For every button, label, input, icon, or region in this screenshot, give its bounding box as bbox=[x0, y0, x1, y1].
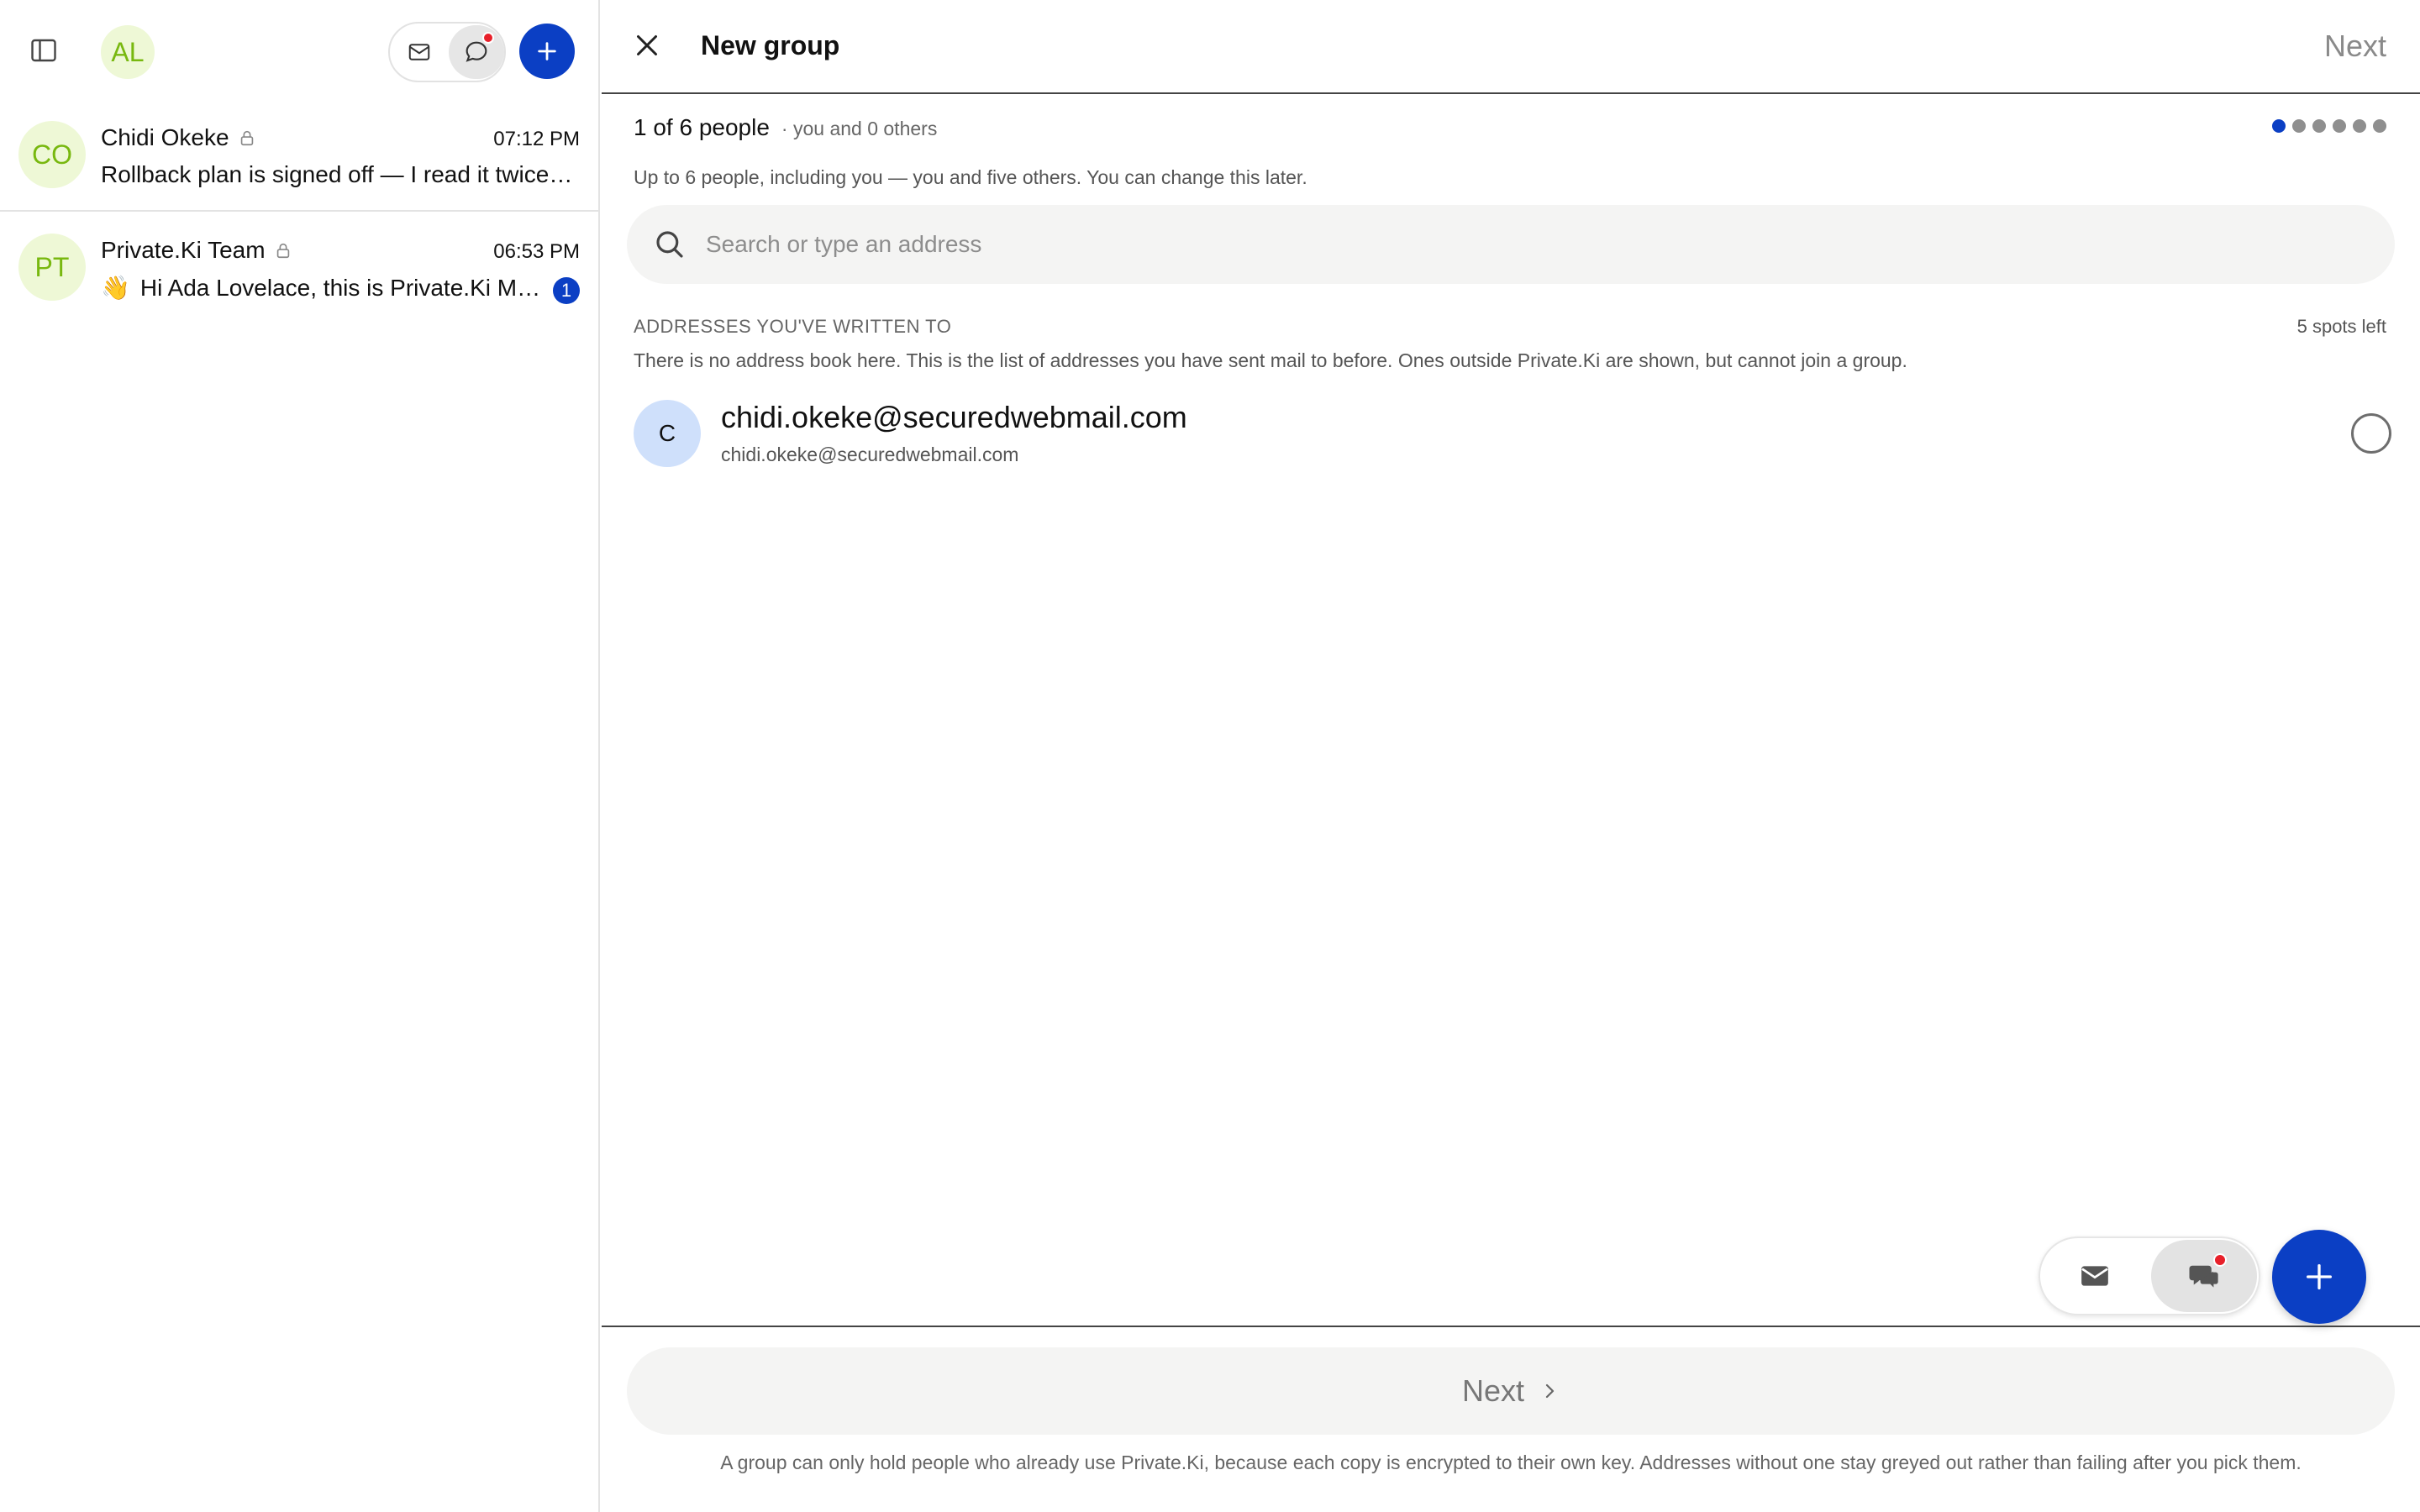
conversation-preview: Rollback plan is signed off — I read it … bbox=[101, 161, 576, 187]
conversation-preview-text: Hi Ada Lovelace, this is Private.Ki Me… bbox=[139, 274, 541, 301]
chat-notification-dot bbox=[482, 32, 494, 44]
addresses-heading: ADDRESSES YOU'VE WRITTEN TO bbox=[634, 316, 952, 337]
floating-mail-button[interactable] bbox=[2042, 1240, 2148, 1312]
user-initials: AL bbox=[111, 36, 145, 67]
mail-icon bbox=[2081, 1266, 2108, 1286]
conversation-preview: 👋 Hi Ada Lovelace, this is Private.Ki Me… bbox=[101, 274, 541, 302]
contact-row[interactable]: C chidi.okeke@securedwebmail.com chidi.o… bbox=[627, 390, 2395, 477]
addresses-note: There is no address book here. This is t… bbox=[634, 349, 1907, 371]
search-bar bbox=[627, 205, 2395, 284]
wave-emoji: 👋 bbox=[101, 275, 130, 301]
group-count-label: 1 of 6 people bbox=[634, 114, 770, 140]
progress-dot bbox=[2292, 119, 2306, 133]
lock-icon bbox=[240, 130, 253, 146]
group-progress-dots bbox=[2272, 119, 2386, 133]
plus-icon bbox=[538, 42, 556, 60]
plus-icon bbox=[2307, 1264, 2332, 1289]
next-button[interactable]: Next bbox=[627, 1347, 2395, 1435]
floating-view-switcher bbox=[2039, 1236, 2260, 1315]
group-subtitle: Up to 6 people, including you — you and … bbox=[634, 166, 1307, 188]
progress-dot bbox=[2373, 119, 2386, 133]
conversation-avatar: CO bbox=[18, 121, 86, 188]
page-title: New group bbox=[701, 30, 840, 60]
conversation-name: Chidi Okeke bbox=[101, 124, 256, 151]
sidebar-toggle-icon bbox=[31, 39, 56, 62]
lock-icon bbox=[276, 243, 289, 259]
search-icon bbox=[656, 231, 683, 258]
header-next-button[interactable]: Next bbox=[2324, 29, 2386, 64]
progress-dot bbox=[2353, 119, 2366, 133]
close-button[interactable] bbox=[629, 27, 666, 64]
contact-name: chidi.okeke@securedwebmail.com bbox=[721, 400, 1187, 434]
next-button-label: Next bbox=[1461, 1373, 1525, 1408]
unread-badge: 1 bbox=[553, 277, 580, 304]
conversation-avatar: PT bbox=[18, 234, 86, 301]
progress-dot bbox=[2312, 119, 2326, 133]
progress-dot bbox=[2333, 119, 2346, 133]
conversation-name: Private.Ki Team bbox=[101, 237, 292, 264]
panel-footer: Next A group can only hold people who al… bbox=[602, 1326, 2420, 1512]
sidebar-toggle-button[interactable] bbox=[25, 32, 62, 69]
group-count-detail: · you and 0 others bbox=[781, 118, 938, 139]
contact-address: chidi.okeke@securedwebmail.com bbox=[721, 444, 1019, 465]
chevron-right-icon bbox=[1545, 1383, 1555, 1399]
close-icon bbox=[637, 35, 657, 55]
sidebar-view-switcher bbox=[388, 22, 506, 82]
user-avatar[interactable]: AL bbox=[101, 25, 155, 79]
group-count: 1 of 6 people · you and 0 others bbox=[634, 114, 937, 141]
progress-dot bbox=[2272, 119, 2286, 133]
contact-avatar: C bbox=[634, 400, 701, 467]
chat-view-button[interactable] bbox=[449, 25, 504, 79]
footer-note: A group can only hold people who already… bbox=[720, 1452, 2302, 1473]
floating-chat-button[interactable] bbox=[2151, 1240, 2257, 1312]
conversation-item[interactable]: CO Chidi Okeke 07:12 PM Rollback plan is… bbox=[0, 101, 600, 212]
floating-compose-button[interactable] bbox=[2272, 1230, 2366, 1324]
mail-view-button[interactable] bbox=[392, 25, 447, 79]
compose-button[interactable] bbox=[519, 24, 575, 79]
new-group-panel: New group Next 1 of 6 people · you and 0… bbox=[602, 0, 2420, 1512]
search-input[interactable] bbox=[706, 220, 2353, 269]
conversation-item[interactable]: PT Private.Ki Team 06:53 PM 👋 Hi Ada Lov… bbox=[0, 213, 600, 324]
conversation-time: 07:12 PM bbox=[493, 128, 580, 150]
mail-icon bbox=[408, 44, 430, 60]
conversation-time: 06:53 PM bbox=[493, 240, 580, 263]
app-window: AL CO Chidi Okeke 07:12 PM Rollback plan… bbox=[0, 0, 2420, 1512]
spots-left-label: 5 spots left bbox=[2296, 316, 2386, 337]
panel-header: New group Next bbox=[602, 0, 2420, 94]
contact-select-radio[interactable] bbox=[2351, 413, 2391, 454]
chat-notification-dot bbox=[2213, 1253, 2227, 1267]
sidebar: AL CO Chidi Okeke 07:12 PM Rollback plan… bbox=[0, 0, 600, 1512]
